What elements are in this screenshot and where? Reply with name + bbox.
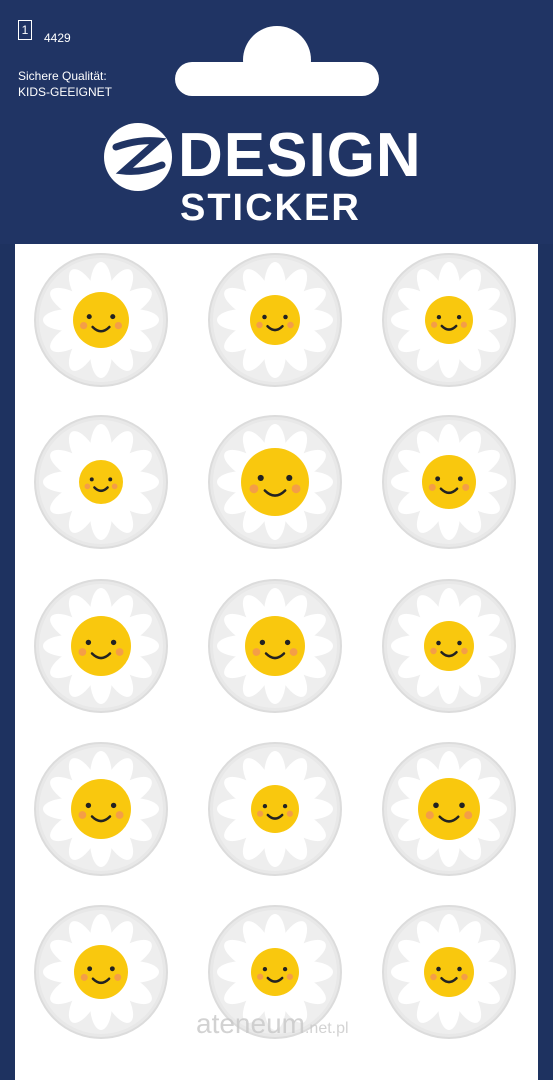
sheet-count-badge: 1 [18, 20, 32, 40]
sticker-8 [207, 578, 343, 714]
hang-hole [175, 62, 379, 96]
sticker-11 [207, 741, 343, 877]
sticker-12 [381, 741, 517, 877]
watermark-suffix: .net.pl [304, 1020, 349, 1037]
cute-smiley-icon [208, 742, 342, 876]
sticker-2 [207, 252, 343, 388]
sticker-10 [33, 741, 169, 877]
lashes-smiley-icon [208, 415, 342, 549]
watermark-main: ateneum [196, 1008, 305, 1039]
sunglasses-smiley-icon [34, 415, 168, 549]
simple-smile-smiley-icon [208, 579, 342, 713]
sticker-5 [207, 414, 343, 550]
sticker-6 [381, 414, 517, 550]
quality-note: Sichere Qualität: KIDS-GEEIGNET [18, 68, 112, 100]
brand-sticker: STICKER [180, 187, 361, 229]
watermark: ateneum.net.pl [196, 1008, 349, 1040]
sticker-1 [33, 252, 169, 388]
sticker-15 [381, 904, 517, 1040]
sleepy-smiley-icon [34, 253, 168, 387]
z-logo-icon [104, 123, 172, 191]
happy-closed-eyes-smiley-icon [382, 742, 516, 876]
quality-line-2: KIDS-GEEIGNET [18, 85, 113, 99]
sticker-4 [33, 414, 169, 550]
sticker-3 [381, 252, 517, 388]
sticker-9 [381, 578, 517, 714]
sticker-13 [33, 904, 169, 1040]
packaging-header: 1 4429 Sichere Qualität: KIDS-GEEIGNET D… [0, 0, 553, 244]
googly-eyes-smiley-icon [382, 579, 516, 713]
shy-smiley-icon [208, 253, 342, 387]
big-smile-smiley-icon [382, 415, 516, 549]
grinning-smiley-icon [382, 253, 516, 387]
sideeye-smiley-icon [34, 742, 168, 876]
sticker-7 [33, 578, 169, 714]
calm-smiley-icon [34, 905, 168, 1039]
brand-design: DESIGN [178, 121, 422, 190]
article-number: 4429 [44, 31, 71, 45]
quality-line-1: Sichere Qualität: [18, 69, 107, 83]
wide-eyes-smiley-icon [382, 905, 516, 1039]
blushing-smiley-icon [34, 579, 168, 713]
